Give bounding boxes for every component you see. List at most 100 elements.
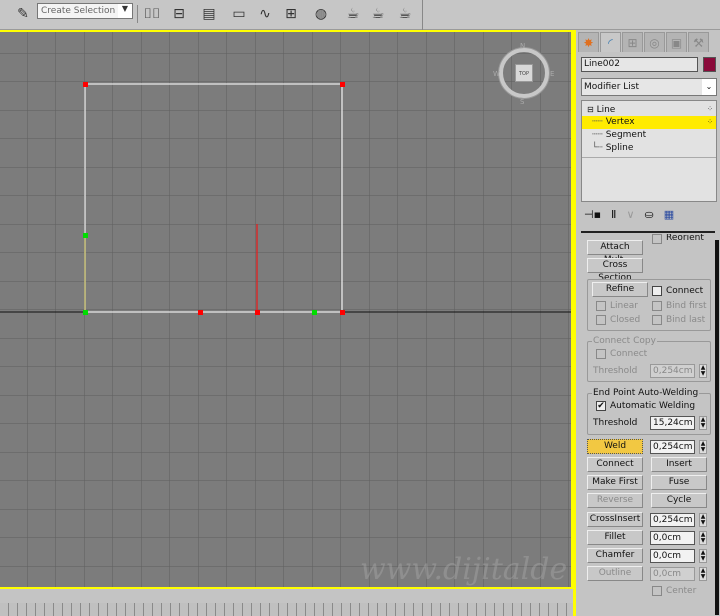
- reorient-checkbox[interactable]: [652, 234, 662, 244]
- viewport-canvas[interactable]: [0, 32, 573, 589]
- vertex[interactable]: [255, 310, 260, 315]
- curve-editor-icon[interactable]: ∿: [254, 3, 276, 25]
- weld-threshold-field[interactable]: 15,24cm: [650, 416, 695, 430]
- stack-item-spline[interactable]: └┄ Spline: [582, 142, 716, 155]
- stack-item-line[interactable]: ⊟ Line ⁘: [582, 103, 716, 116]
- connect-button[interactable]: Connect: [587, 457, 643, 472]
- tab-modify[interactable]: ◜: [600, 32, 621, 52]
- chamfer-field[interactable]: 0,0cm: [650, 549, 695, 563]
- outline-button[interactable]: Outline: [587, 566, 643, 581]
- fillet-field[interactable]: 0,0cm: [650, 531, 695, 545]
- object-name-field[interactable]: Line002: [581, 57, 698, 72]
- compass-s: S: [520, 98, 525, 106]
- stack-item-segment[interactable]: ┄┄ Segment: [582, 129, 716, 142]
- viewcube[interactable]: TOP: [499, 48, 549, 98]
- spinner-arrows-icon[interactable]: ▲ ▼: [699, 416, 707, 430]
- vertex[interactable]: [340, 310, 345, 315]
- cross-section-button[interactable]: Cross Section: [587, 258, 643, 283]
- configure-sets-icon[interactable]: ▦: [664, 208, 674, 222]
- layer-manager-icon[interactable]: ▤: [198, 3, 220, 25]
- subobject-icon: ⁘: [707, 105, 713, 113]
- render-setup-icon[interactable]: ☕: [342, 3, 364, 25]
- cross-insert-button[interactable]: CrossInsert: [587, 512, 643, 527]
- command-panel-tabs: ✸ ◜ ⊞ ◎ ▣ ⚒: [578, 32, 709, 52]
- cross-insert-field[interactable]: 0,254cm: [650, 513, 695, 527]
- modifier-list-dropdown[interactable]: Modifier List ⌄: [581, 78, 717, 96]
- compass-e: E: [550, 70, 555, 78]
- render-frame-icon[interactable]: ☕: [367, 3, 389, 25]
- spinner-arrows-icon[interactable]: ▲ ▼: [699, 364, 707, 378]
- modifier-stack: ⊟ Line ⁘ ┄┄ Vertex ⁘ ┄┄ Segment └┄ Spline: [581, 100, 717, 202]
- connect-copy-threshold-label: Threshold: [593, 366, 638, 376]
- scene-explorer-icon[interactable]: ▭: [228, 3, 250, 25]
- vertex[interactable]: [83, 310, 88, 315]
- watermark: www.dijitalde: [360, 552, 568, 587]
- stack-item-vertex[interactable]: ┄┄ Vertex ⁘: [582, 116, 716, 129]
- outline-field[interactable]: 0,0cm: [650, 567, 695, 581]
- end-point-welding-title: End Point Auto-Welding: [592, 388, 700, 398]
- mirror-icon[interactable]: ⌷⌷: [141, 3, 163, 25]
- selection-set-dropdown[interactable]: Create Selection Se ▼: [37, 3, 133, 19]
- vertex[interactable]: [83, 233, 88, 238]
- panel-scrollbar[interactable]: [715, 240, 719, 615]
- reverse-button[interactable]: Reverse: [587, 493, 643, 508]
- attach-mult-button[interactable]: Attach Mult.: [587, 240, 643, 265]
- chamfer-button[interactable]: Chamfer: [587, 548, 643, 563]
- closed-label: Closed: [610, 315, 641, 325]
- spinner-arrows-icon[interactable]: ▲ ▼: [699, 513, 707, 527]
- viewcube-top-face[interactable]: TOP: [515, 64, 533, 82]
- render-icon[interactable]: ☕: [394, 3, 416, 25]
- top-viewport[interactable]: TOP N S E W www.dijitalde: [0, 30, 573, 589]
- align-icon[interactable]: ⊟: [168, 3, 190, 25]
- tab-hierarchy[interactable]: ⊞: [622, 32, 643, 52]
- vertex[interactable]: [198, 310, 203, 315]
- edit-named-selection-icon[interactable]: ✎: [12, 3, 34, 25]
- tab-create[interactable]: ✸: [578, 32, 599, 52]
- connect-copy-checkbox[interactable]: [596, 349, 606, 359]
- make-first-button[interactable]: Make First: [587, 475, 643, 490]
- remove-modifier-icon[interactable]: ⛀: [645, 208, 654, 222]
- reorient-option: Reorient: [650, 234, 712, 246]
- tab-utilities[interactable]: ⚒: [688, 32, 709, 52]
- stack-toolbar: ⊣▪ Ⅱ ∨ ⛀ ▦: [584, 208, 714, 222]
- insert-button[interactable]: Insert: [651, 457, 707, 472]
- bind-first-checkbox[interactable]: [652, 301, 662, 311]
- pin-stack-icon[interactable]: ⊣▪: [584, 208, 601, 222]
- center-checkbox[interactable]: [652, 586, 662, 596]
- cycle-button[interactable]: Cycle: [651, 493, 707, 508]
- refine-button[interactable]: Refine: [592, 282, 648, 297]
- connect-copy-threshold-field[interactable]: 0,254cm: [650, 364, 695, 378]
- spinner-arrows-icon[interactable]: ▲ ▼: [699, 549, 707, 563]
- compass-w: W: [493, 70, 500, 78]
- object-color-swatch[interactable]: [703, 57, 716, 72]
- fuse-button[interactable]: Fuse: [651, 475, 707, 490]
- material-editor-icon[interactable]: ◍: [310, 3, 332, 25]
- time-ruler[interactable]: [0, 603, 575, 616]
- show-end-result-icon[interactable]: Ⅱ: [611, 208, 616, 222]
- spinner-arrows-icon[interactable]: ▲ ▼: [699, 567, 707, 581]
- connect-checkbox[interactable]: [652, 286, 662, 296]
- weld-threshold-label: Threshold: [593, 418, 638, 428]
- make-unique-icon[interactable]: ∨: [626, 208, 634, 222]
- linear-checkbox[interactable]: [596, 301, 606, 311]
- bind-last-label: Bind last: [666, 315, 706, 325]
- collapse-icon[interactable]: ⊟: [587, 105, 594, 114]
- vertex[interactable]: [340, 82, 345, 87]
- stack-label: Vertex: [605, 117, 635, 127]
- panel-divider: [581, 231, 715, 233]
- vertex[interactable]: [312, 310, 317, 315]
- schematic-view-icon[interactable]: ⊞: [280, 3, 302, 25]
- fillet-button[interactable]: Fillet: [587, 530, 643, 545]
- weld-button[interactable]: Weld: [587, 439, 643, 454]
- tab-motion[interactable]: ◎: [644, 32, 665, 52]
- tab-display[interactable]: ▣: [666, 32, 687, 52]
- spinner-arrows-icon[interactable]: ▲ ▼: [699, 440, 707, 454]
- automatic-welding-checkbox[interactable]: ✔: [596, 401, 606, 411]
- weld-value-field[interactable]: 0,254cm: [650, 440, 695, 454]
- center-label: Center: [666, 586, 697, 596]
- bind-last-checkbox[interactable]: [652, 315, 662, 325]
- vertex[interactable]: [83, 82, 88, 87]
- stack-label: Line: [596, 105, 616, 115]
- closed-checkbox[interactable]: [596, 315, 606, 325]
- spinner-arrows-icon[interactable]: ▲ ▼: [699, 531, 707, 545]
